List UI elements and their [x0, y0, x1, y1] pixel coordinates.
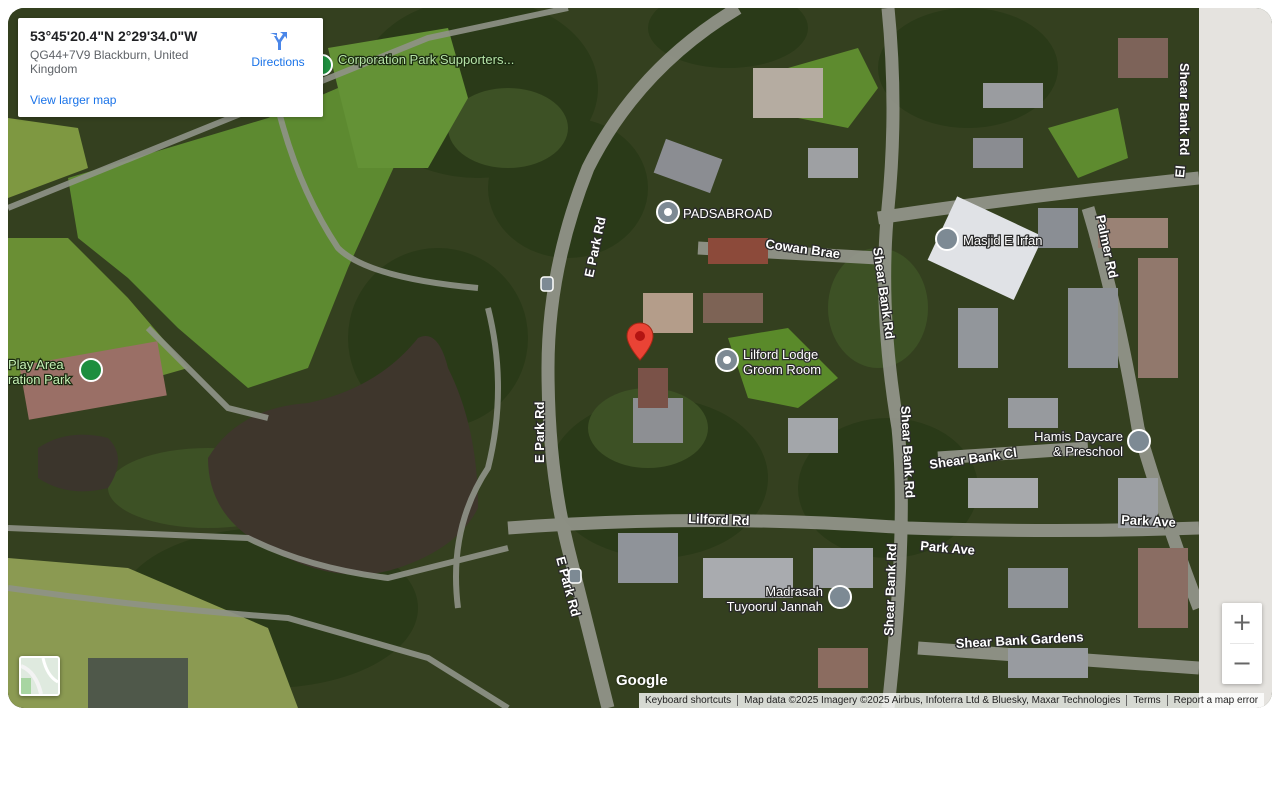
- svg-text:Lilford LodgeGroom Room: Lilford Lodge Groom Room: [743, 347, 821, 377]
- street-label: El: [1172, 165, 1188, 179]
- map-frame[interactable]: E Park Rd E Park Rd E Park Rd Cowan Brae…: [8, 8, 1272, 708]
- svg-text:PADSABROAD: PADSABROAD: [683, 206, 772, 221]
- google-logo: Google: [616, 672, 668, 689]
- terms-link[interactable]: Terms: [1127, 693, 1166, 708]
- mosque-icon: [935, 227, 959, 251]
- view-larger-map-link[interactable]: View larger map: [30, 93, 116, 107]
- directions-button[interactable]: Directions: [243, 30, 313, 69]
- map-layer-icon: [21, 658, 58, 694]
- svg-text:Masjid E Irfan: Masjid E Irfan: [963, 233, 1042, 248]
- zoom-in-button[interactable]: +: [1222, 603, 1262, 643]
- place-info-card: 53°45'20.4"N 2°29'34.0"W QG44+7V9 Blackb…: [18, 18, 323, 117]
- bus-stop-icon[interactable]: [568, 568, 582, 584]
- location-marker-icon[interactable]: [626, 322, 654, 362]
- street-label: Shear Bank Rd: [1177, 63, 1192, 156]
- directions-icon: [270, 32, 287, 50]
- street-label: Lilford Rd: [688, 511, 750, 528]
- map-type-toggle[interactable]: [19, 656, 60, 696]
- pond: [38, 434, 118, 492]
- map-data-credit: Map data ©2025 Imagery ©2025 Airbus, Inf…: [744, 695, 1121, 706]
- zoom-control: + −: [1222, 603, 1262, 684]
- keyboard-shortcuts-link[interactable]: Keyboard shortcuts: [639, 693, 737, 708]
- bus-stop-icon[interactable]: [540, 276, 554, 292]
- school-icon: [828, 585, 852, 609]
- directions-label: Directions: [251, 55, 305, 69]
- attribution-bar: Keyboard shortcuts Map data ©2025 Imager…: [639, 693, 1265, 708]
- zoom-out-button[interactable]: −: [1222, 644, 1262, 684]
- address-text: QG44+7V9 Blackburn, United Kingdom: [30, 48, 189, 76]
- svg-text:Corporation Park Supporters...: Corporation Park Supporters...: [338, 52, 514, 67]
- park-icon: [79, 358, 103, 382]
- street-label: Park Ave: [1121, 512, 1176, 530]
- school-icon: [1127, 429, 1151, 453]
- street-label: E Park Rd: [532, 402, 547, 463]
- report-map-error-link[interactable]: Report a map error: [1168, 693, 1264, 708]
- svg-text:Play Arearation Park: Play Area ration Park: [8, 357, 71, 387]
